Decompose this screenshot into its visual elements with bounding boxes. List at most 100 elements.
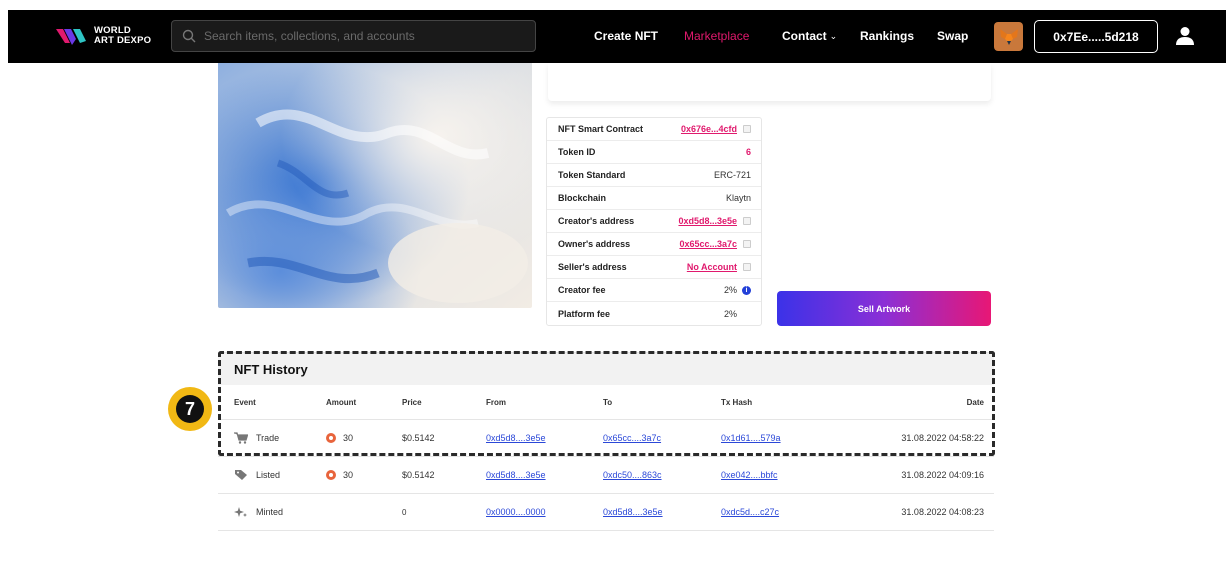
search-icon	[182, 29, 196, 43]
info-value: ERC-721	[713, 170, 751, 180]
date-cell: 31.08.2022 04:58:22	[901, 433, 984, 443]
chevron-down-icon: ⌄	[829, 30, 838, 41]
search-input[interactable]	[204, 29, 524, 43]
nft-history-title: NFT History	[218, 352, 994, 385]
info-value: 6	[745, 147, 751, 157]
info-key: NFT Smart Contract	[558, 124, 644, 134]
info-key: Blockchain	[558, 193, 607, 203]
col-to: To	[603, 397, 613, 407]
nav-contact[interactable]: Contact ⌄	[782, 29, 837, 43]
info-key: Token ID	[558, 147, 596, 157]
col-price: Price	[402, 397, 422, 407]
from-address-link[interactable]: 0xd5d8....3e5e	[486, 433, 603, 443]
amount-value: 30	[343, 433, 354, 443]
logo-text: WORLD ART DEXPO	[94, 26, 151, 46]
event-cell: Minted	[218, 506, 326, 518]
tx-hash-link[interactable]: 0xe042....bbfc	[721, 470, 829, 480]
col-event: Event	[234, 397, 256, 407]
tx-hash-link[interactable]: 0xdc5d....c27c	[721, 507, 829, 517]
to-address-link[interactable]: 0xdc50....863c	[603, 470, 721, 480]
info-key: Token Standard	[558, 170, 626, 180]
event-cell: Listed	[218, 469, 326, 481]
description-card	[548, 63, 991, 101]
nft-info-table: NFT Smart Contract 0x676e...4cfd Token I…	[546, 117, 762, 326]
price-cell: $0.5142	[402, 470, 435, 480]
top-navbar: WORLD ART DEXPO Create NFT Marketplace C…	[8, 10, 1226, 63]
site-logo[interactable]: WORLD ART DEXPO	[56, 25, 151, 47]
info-row-platform-fee: Platform fee 2%	[547, 302, 761, 325]
event-label: Listed	[256, 470, 281, 480]
amount-cell: 30	[326, 470, 402, 480]
to-address-link[interactable]: 0xd5d8....3e5e	[603, 507, 721, 517]
sell-artwork-button[interactable]: Sell Artwork	[777, 291, 991, 326]
event-label: Trade	[256, 433, 280, 443]
user-account-icon[interactable]	[1174, 26, 1196, 46]
info-value: 2%	[723, 308, 737, 319]
history-row: Listed 30 $0.5142 0xd5d8....3e5e 0xdc50.…	[218, 457, 994, 494]
info-row-owner: Owner's address 0x65cc...3a7c	[547, 233, 761, 256]
info-row-blockchain: Blockchain Klaytn	[547, 187, 761, 210]
copy-icon[interactable]	[743, 263, 751, 271]
info-row-seller: Seller's address No Account	[547, 256, 761, 279]
info-key: Creator's address	[558, 216, 635, 226]
col-tx-hash: Tx Hash	[721, 397, 753, 407]
contract-address-link[interactable]: 0x676e...4cfd	[681, 124, 737, 134]
date-cell: 31.08.2022 04:09:16	[901, 470, 984, 480]
nft-artwork-image	[218, 63, 532, 308]
date-cell: 31.08.2022 04:08:23	[901, 507, 984, 517]
info-row-creator-fee: Creator fee 2% i	[547, 279, 761, 302]
sparkle-icon	[234, 507, 247, 517]
col-amount: Amount	[326, 397, 357, 407]
history-header-row: Event Amount Price From To Tx Hash Date	[218, 385, 994, 420]
col-from: From	[486, 397, 506, 407]
info-value: Klaytn	[725, 193, 751, 203]
cart-icon	[234, 432, 248, 444]
metamask-button[interactable]	[994, 22, 1023, 51]
info-key: Owner's address	[558, 239, 631, 249]
nav-rankings[interactable]: Rankings	[860, 29, 914, 43]
price-cell: 0	[402, 507, 407, 517]
info-row-creator: Creator's address 0xd5d8...3e5e	[547, 210, 761, 233]
metamask-fox-icon	[999, 28, 1018, 45]
from-address-link[interactable]: 0x0000....0000	[486, 507, 603, 517]
copy-icon[interactable]	[743, 240, 751, 248]
copy-icon[interactable]	[743, 217, 751, 225]
copy-icon[interactable]	[743, 125, 751, 133]
to-address-link[interactable]: 0x65cc....3a7c	[603, 433, 721, 443]
logo-line2: ART DEXPO	[94, 35, 152, 46]
info-value: 2%	[723, 285, 737, 295]
amount-cell: 30	[326, 433, 402, 443]
logo-mark-icon	[56, 29, 86, 45]
event-cell: Trade	[218, 432, 326, 444]
creator-address-link[interactable]: 0xd5d8...3e5e	[678, 216, 737, 226]
klay-coin-icon	[326, 433, 336, 443]
price-cell: $0.5142	[402, 433, 435, 443]
nav-swap[interactable]: Swap	[937, 29, 968, 43]
seller-address-link[interactable]: No Account	[687, 262, 737, 272]
from-address-link[interactable]: 0xd5d8....3e5e	[486, 470, 603, 480]
nav-marketplace[interactable]: Marketplace	[684, 29, 749, 43]
info-key: Seller's address	[558, 262, 627, 272]
owner-address-link[interactable]: 0x65cc...3a7c	[679, 239, 737, 249]
event-label: Minted	[256, 507, 284, 517]
klay-coin-icon	[326, 470, 336, 480]
info-value: 0x676e...4cfd	[680, 124, 737, 134]
tx-hash-link[interactable]: 0x1d61....579a	[721, 433, 829, 443]
history-row: Minted 0 0x0000....0000 0xd5d8....3e5e 0…	[218, 494, 994, 531]
artwork-illustration	[218, 63, 532, 308]
search-box[interactable]	[171, 20, 536, 52]
info-icon[interactable]: i	[742, 285, 751, 295]
history-row: Trade 30 $0.5142 0xd5d8....3e5e 0x65cc..…	[218, 420, 994, 457]
nav-create-nft[interactable]: Create NFT	[594, 29, 658, 43]
info-row-token-id: Token ID 6	[547, 141, 761, 164]
tutorial-step-badge: 7	[168, 387, 212, 431]
info-key: Creator fee	[558, 285, 606, 295]
info-row-token-standard: Token Standard ERC-721	[547, 164, 761, 187]
info-key: Platform fee	[558, 308, 611, 319]
nft-history-section: NFT History Event Amount Price From To T…	[218, 352, 994, 531]
page-frame: WORLD ART DEXPO Create NFT Marketplace C…	[8, 10, 1226, 570]
amount-value: 30	[343, 470, 354, 480]
step-number: 7	[176, 395, 204, 423]
nav-contact-label: Contact	[782, 29, 827, 43]
wallet-address-button[interactable]: 0x7Ee.....5d218	[1034, 20, 1158, 53]
